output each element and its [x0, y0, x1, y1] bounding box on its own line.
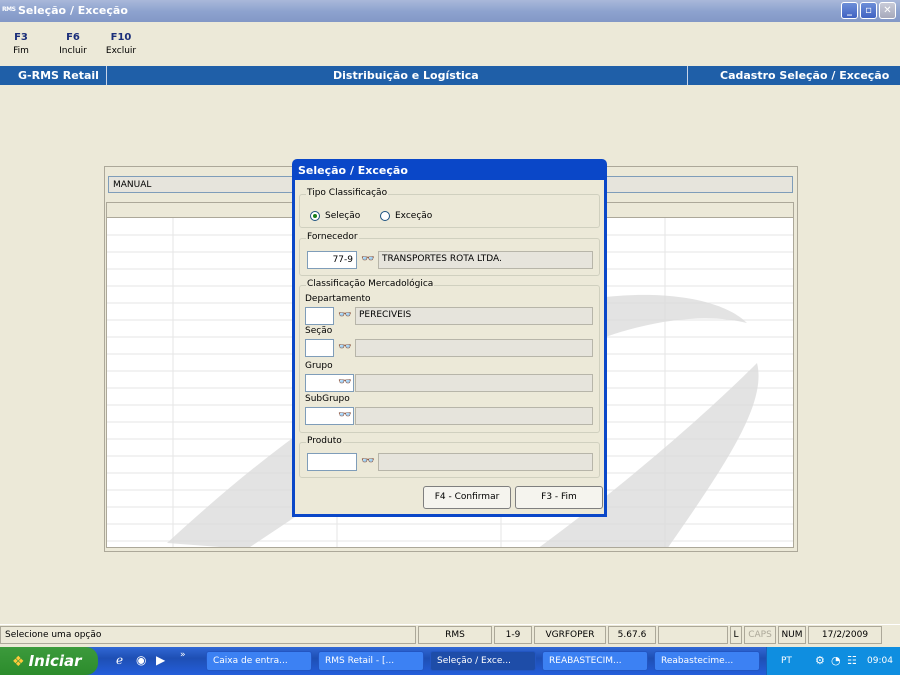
group-label: Classificação Mercadológica	[306, 279, 435, 289]
dialog-body: Tipo Classificação Seleção Exceção Forne…	[295, 180, 604, 514]
produto-code-input[interactable]	[307, 453, 357, 471]
header-divider	[106, 66, 107, 85]
language-indicator[interactable]: PT	[781, 656, 792, 666]
toolbar-label: Fim	[13, 46, 29, 56]
search-binoculars-icon[interactable]: 👓	[336, 406, 354, 424]
classificacao-group: Classificação Mercadológica Departamento…	[299, 279, 600, 433]
toolbar-incluir-button[interactable]: F6 Incluir	[56, 32, 90, 56]
function-key: F6	[66, 32, 80, 43]
radio-indicator	[380, 211, 390, 221]
function-key: F3	[14, 32, 28, 43]
status-l-indicator: L	[730, 626, 742, 644]
start-button[interactable]: ❖ Iniciar	[0, 647, 98, 675]
quicklaunch-overflow-chevron[interactable]: »	[180, 650, 186, 660]
status-caps-indicator: CAPS	[744, 626, 776, 644]
search-binoculars-icon[interactable]: 👓	[336, 338, 354, 356]
radio-selected-indicator	[310, 211, 320, 221]
task-rms-retail[interactable]: RMS Retail - [...	[318, 651, 424, 671]
start-label: Iniciar	[28, 652, 82, 670]
windows-taskbar: ❖ Iniciar ℯ ◉ ▶ » Caixa de entra... RMS R…	[0, 647, 900, 675]
status-program: VGRFOPER	[534, 626, 606, 644]
status-range: 1-9	[494, 626, 532, 644]
rms-app-icon: RMS	[2, 6, 16, 13]
end-button[interactable]: F3 - Fim	[515, 486, 603, 509]
departamento-label: Departamento	[305, 294, 371, 304]
confirm-button[interactable]: F4 - Confirmar	[423, 486, 511, 509]
status-date: 17/2/2009	[808, 626, 882, 644]
task-caixa-entrada[interactable]: Caixa de entra...	[206, 651, 312, 671]
tipo-classificacao-group: Tipo Classificação Seleção Exceção	[299, 188, 600, 228]
status-empty	[658, 626, 728, 644]
toolbar-label: Incluir	[59, 46, 87, 56]
group-label: Fornecedor	[306, 232, 359, 242]
header-divider	[687, 66, 688, 85]
status-bar: Selecione uma opção RMS 1-9 VGRFOPER 5.6…	[0, 624, 900, 644]
header-module: Distribuição e Logística	[333, 69, 479, 82]
toolbar-label: Excluir	[105, 46, 137, 56]
function-key: F10	[110, 32, 132, 43]
task-reabastecim-folder[interactable]: REABASTECIM...	[542, 651, 648, 671]
function-key-toolbar: F3 Fim F6 Incluir F10 Excluir	[0, 22, 900, 66]
fornecedor-code-input[interactable]: 77-9	[307, 251, 357, 269]
task-selecao-excecao[interactable]: Seleção / Exce...	[430, 651, 536, 671]
dialog-title: Seleção / Exceção	[298, 164, 408, 177]
produto-group: Produto 👓	[299, 436, 600, 478]
selecao-excecao-dialog[interactable]: Seleção / Exceção Tipo Classificação Sel…	[292, 159, 607, 517]
clock[interactable]: 09:04	[867, 656, 893, 666]
ie-quicklaunch-icon[interactable]: ℯ	[116, 653, 123, 667]
status-num-indicator: NUM	[778, 626, 806, 644]
secao-code-input[interactable]	[305, 339, 334, 357]
minimize-button[interactable]: _	[841, 2, 858, 19]
close-button[interactable]: ✕	[879, 2, 896, 19]
departamento-code-input[interactable]	[305, 307, 334, 325]
browser-quicklaunch-icon[interactable]: ◉	[136, 653, 146, 667]
status-system: RMS	[418, 626, 492, 644]
group-label: Produto	[306, 436, 343, 446]
secao-label: Seção	[305, 326, 333, 336]
maximize-button[interactable]: ▫	[860, 2, 877, 19]
header-company: G-RMS Retail	[18, 69, 99, 82]
media-quicklaunch-icon[interactable]: ▶	[156, 653, 165, 667]
fornecedor-name-field: TRANSPORTES ROTA LTDA.	[378, 251, 593, 269]
status-version: 5.67.6	[608, 626, 656, 644]
search-binoculars-icon[interactable]: 👓	[359, 452, 377, 470]
window-title: Seleção / Exceção	[18, 4, 128, 17]
status-message: Selecione uma opção	[0, 626, 416, 644]
radio-label: Seleção	[325, 211, 361, 221]
radio-selecao[interactable]: Seleção	[310, 211, 360, 221]
toolbar-excluir-button[interactable]: F10 Excluir	[104, 32, 138, 56]
grupo-name-field	[355, 374, 593, 392]
module-header: G-RMS Retail Distribuição e Logística Ca…	[0, 66, 900, 85]
grupo-label: Grupo	[305, 361, 333, 371]
volume-tray-icon[interactable]: ◔	[831, 654, 841, 667]
radio-excecao[interactable]: Exceção	[380, 211, 432, 221]
fornecedor-group: Fornecedor 77-9 👓 TRANSPORTES ROTA LTDA.	[299, 232, 600, 276]
search-binoculars-icon[interactable]: 👓	[336, 306, 354, 324]
radio-label: Exceção	[395, 211, 433, 221]
header-screen: Cadastro Seleção / Exceção	[720, 69, 890, 82]
toolbar-fim-button[interactable]: F3 Fim	[6, 32, 36, 56]
subgrupo-label: SubGrupo	[305, 394, 350, 404]
produto-name-field	[378, 453, 593, 471]
windows-logo-icon: ❖	[12, 654, 25, 670]
search-binoculars-icon[interactable]: 👓	[336, 373, 354, 391]
tray-app-icon[interactable]: ☷	[847, 654, 857, 667]
task-reabastecime-doc[interactable]: Reabastecime...	[654, 651, 760, 671]
network-tray-icon[interactable]: ⚙	[815, 654, 825, 667]
system-tray: PT ⚙ ◔ ☷ 09:04	[766, 647, 900, 675]
group-label: Tipo Classificação	[306, 188, 389, 198]
search-binoculars-icon[interactable]: 👓	[359, 250, 377, 268]
window-title-bar[interactable]: RMS Seleção / Exceção _ ▫ ✕	[0, 0, 900, 22]
secao-name-field	[355, 339, 593, 357]
subgrupo-name-field	[355, 407, 593, 425]
departamento-name-field: PERECIVEIS	[355, 307, 593, 325]
